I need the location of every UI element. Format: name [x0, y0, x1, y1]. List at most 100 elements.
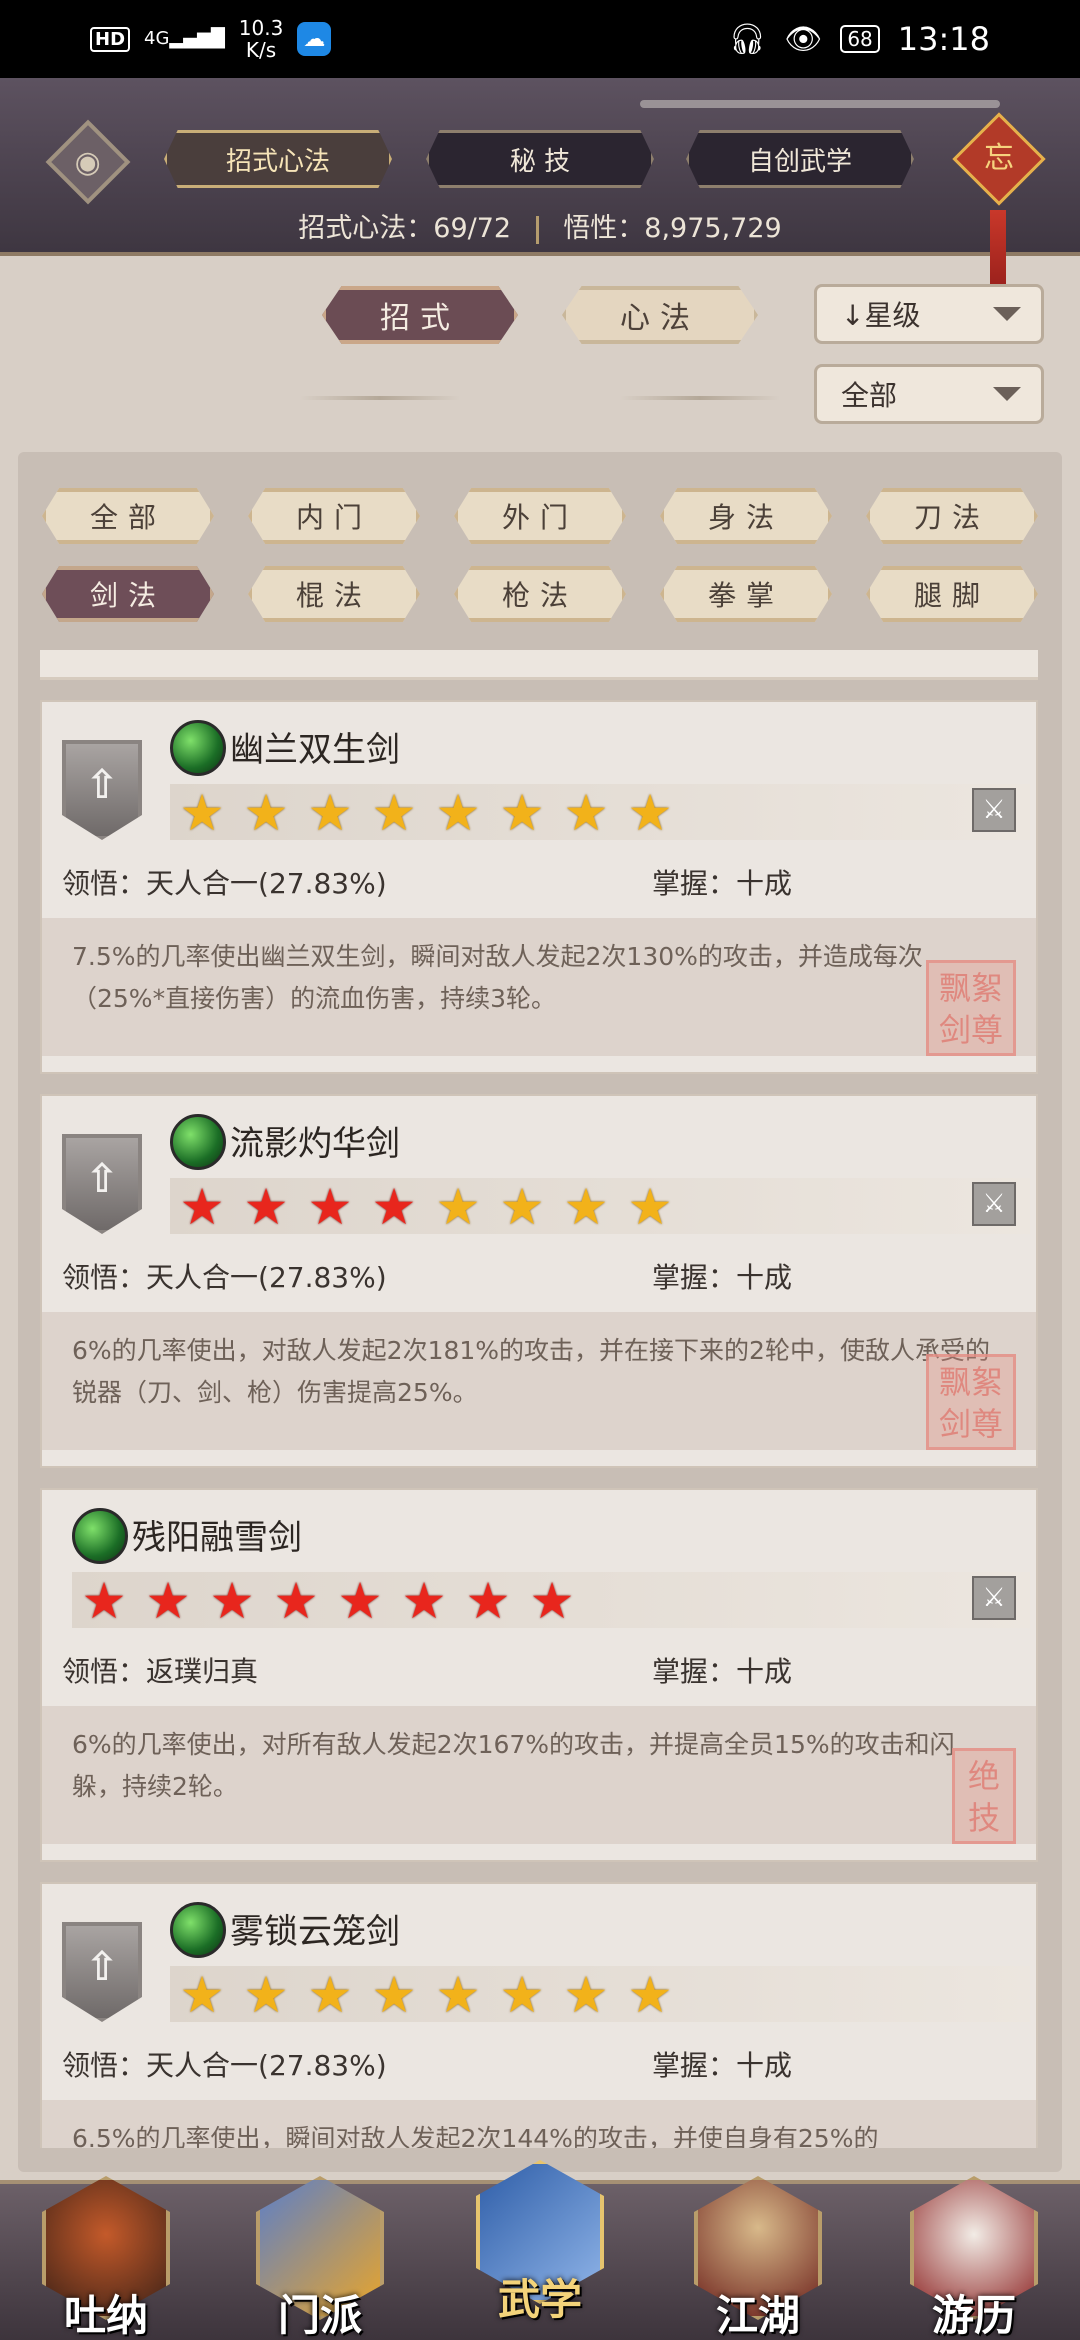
red-star-icon: ★ — [529, 1572, 575, 1630]
red-star-icon: ★ — [401, 1572, 447, 1630]
toggle-methods[interactable]: 心法 — [562, 286, 758, 344]
tab-skills-methods[interactable]: 招式心法 — [164, 130, 392, 188]
nav-travel[interactable]: 游历 — [904, 2166, 1044, 2340]
gold-star-icon: ★ — [307, 784, 353, 842]
hd-indicator: HD — [90, 26, 131, 52]
network-type: 4G — [144, 28, 170, 49]
comprehension-label: 领悟： — [62, 867, 147, 900]
skill-list[interactable]: ⇧ 幽兰双生剑 ★ ★ ★ ★ ★ ★ ★ ★ ⚔ 领悟：天人合一(27.83%) 掌握：十成… — [40, 700, 1038, 2148]
view-toggle-button[interactable]: ◉ — [45, 119, 131, 205]
comprehension-label: 领悟： — [62, 2049, 147, 2082]
nav-label: 门派 — [277, 2291, 362, 2340]
nav-label: 吐纳 — [63, 2291, 148, 2340]
mastery: 掌握：十成 — [652, 1650, 792, 1690]
gold-star-icon: ★ — [627, 1966, 673, 2024]
red-star-icon: ★ — [145, 1572, 191, 1630]
category-chip-fist[interactable]: 拳掌 — [660, 566, 832, 622]
comprehension: 领悟：天人合一(27.83%) — [62, 2044, 387, 2084]
category-chip-staff[interactable]: 棍法 — [248, 566, 420, 622]
nav-martial-arts[interactable]: 武学 — [470, 2150, 610, 2324]
red-star-icon: ★ — [273, 1572, 319, 1630]
mastery: 掌握：十成 — [652, 1256, 792, 1296]
nav-breathing[interactable]: 吐纳 — [36, 2166, 176, 2340]
category-chip-outer[interactable]: 外门 — [454, 488, 626, 544]
red-star-icon: ★ — [243, 1178, 289, 1236]
star-rating: ★ ★ ★ ★ ★ ★ ★ ★ — [170, 784, 1030, 840]
upgrade-arrow-icon[interactable]: ⇧ — [62, 740, 142, 840]
category-chip-leg[interactable]: 腿脚 — [866, 566, 1038, 622]
chevron-down-icon — [993, 307, 1021, 321]
tab-secret-arts[interactable]: 秘 技 — [426, 130, 654, 188]
red-star-icon: ★ — [371, 1178, 417, 1236]
comprehension: 领悟：天人合一(27.83%) — [62, 1256, 387, 1296]
header-scroll-indicator — [640, 100, 1000, 108]
comprehension-value: 天人合一(27.83%) — [146, 2049, 387, 2082]
sword-type-icon: ⚔ — [972, 788, 1016, 832]
mastery-label: 掌握： — [652, 1261, 737, 1294]
skills-count-label: 招式心法： — [298, 213, 434, 244]
gold-star-icon: ★ — [371, 784, 417, 842]
sort-dropdown-value: ↓星级 — [841, 299, 921, 332]
upgrade-arrow-icon[interactable]: ⇧ — [62, 1922, 142, 2022]
mastery-label: 掌握： — [652, 867, 737, 900]
red-star-icon: ★ — [465, 1572, 511, 1630]
sort-dropdown[interactable]: ↓星级 — [814, 284, 1044, 344]
mastery-value: 十成 — [736, 1655, 793, 1688]
mastery-value: 十成 — [736, 2049, 793, 2082]
sword-skill-icon — [170, 1114, 226, 1170]
gold-star-icon: ★ — [499, 1178, 545, 1236]
gold-star-icon: ★ — [243, 784, 289, 842]
star-rating: ★ ★ ★ ★ ★ ★ ★ ★ — [170, 1966, 1030, 2022]
headphones-icon: 🎧︎ — [728, 21, 767, 57]
comprehension-value: 天人合一(27.83%) — [146, 1261, 387, 1294]
skill-name: 幽兰双生剑 — [230, 730, 400, 770]
skill-card[interactable]: ⇧ 雾锁云笼剑 ★ ★ ★ ★ ★ ★ ★ ★ 领悟：天人合一(27.83%) 掌握：十成 6… — [40, 1882, 1038, 2148]
category-chip-saber[interactable]: 刀法 — [866, 488, 1038, 544]
sword-type-icon: ⚔ — [972, 1576, 1016, 1620]
stats-divider — [535, 215, 539, 244]
category-chip-inner[interactable]: 内门 — [248, 488, 420, 544]
battery-indicator: 68 — [840, 25, 880, 53]
clock: 13:18 — [897, 20, 990, 58]
insight-value: 8,975,729 — [644, 213, 782, 244]
category-chip-spear[interactable]: 枪法 — [454, 566, 626, 622]
skill-card[interactable]: 残阳融雪剑 ★ ★ ★ ★ ★ ★ ★ ★ ⚔ 领悟：返璞归真 掌握：十成 6%的几率使出，对… — [40, 1488, 1038, 1862]
skill-card[interactable]: ⇧ 流影灼华剑 ★ ★ ★ ★ ★ ★ ★ ★ ⚔ 领悟：天人合一(27.83%) 掌握：十成… — [40, 1094, 1038, 1468]
seal-stamp: 绝技 — [952, 1748, 1016, 1844]
mastery-value: 十成 — [736, 867, 793, 900]
gold-star-icon: ★ — [563, 1178, 609, 1236]
gold-star-icon: ★ — [627, 1178, 673, 1236]
upgrade-arrow-icon[interactable]: ⇧ — [62, 1134, 142, 1234]
scope-dropdown[interactable]: 全部 — [814, 364, 1044, 424]
header-stats: 招式心法：69/72 悟性：8,975,729 — [0, 206, 1080, 245]
category-chip-sword[interactable]: 剑法 — [42, 566, 214, 622]
gold-star-icon: ★ — [499, 1966, 545, 2024]
comprehension-value: 天人合一(27.83%) — [146, 867, 387, 900]
category-chip-all[interactable]: 全部 — [42, 488, 214, 544]
toggle-moves[interactable]: 招式 — [322, 286, 518, 344]
seal-stamp: 飘絮剑尊 — [926, 1354, 1016, 1450]
nav-label: 江湖 — [715, 2291, 800, 2340]
status-bar: HD 4G▂▄▆█ 10.3 K/s ☁ 🎧︎ 👁︎ 68 13:18 — [0, 0, 1080, 78]
skill-card[interactable]: ⇧ 幽兰双生剑 ★ ★ ★ ★ ★ ★ ★ ★ ⚔ 领悟：天人合一(27.83%) 掌握：十成… — [40, 700, 1038, 1074]
nav-sect[interactable]: 门派 — [250, 2166, 390, 2340]
comprehension-label: 领悟： — [62, 1655, 147, 1688]
mastery: 掌握：十成 — [652, 2044, 792, 2084]
red-star-icon: ★ — [179, 1178, 225, 1236]
red-star-icon: ★ — [81, 1572, 127, 1630]
top-header: ◉ 招式心法 秘 技 自创武学 忘 招式心法：69/72 悟性：8,975,72… — [0, 78, 1080, 310]
skills-count-value: 69/72 — [433, 213, 512, 244]
mastery-label: 掌握： — [652, 1655, 737, 1688]
category-chip-movement[interactable]: 身法 — [660, 488, 832, 544]
tab-custom-martial-arts[interactable]: 自创武学 — [686, 130, 914, 188]
gold-star-icon: ★ — [435, 784, 481, 842]
knot-menu-button[interactable]: 忘 — [952, 112, 1046, 206]
gold-star-icon: ★ — [627, 784, 673, 842]
gold-star-icon: ★ — [563, 1966, 609, 2024]
mastery: 掌握：十成 — [652, 862, 792, 902]
mastery-value: 十成 — [736, 1261, 793, 1294]
divider-ornament — [300, 396, 460, 400]
nav-jianghu[interactable]: 江湖 — [688, 2166, 828, 2340]
gold-star-icon: ★ — [435, 1966, 481, 2024]
red-star-icon: ★ — [337, 1572, 383, 1630]
